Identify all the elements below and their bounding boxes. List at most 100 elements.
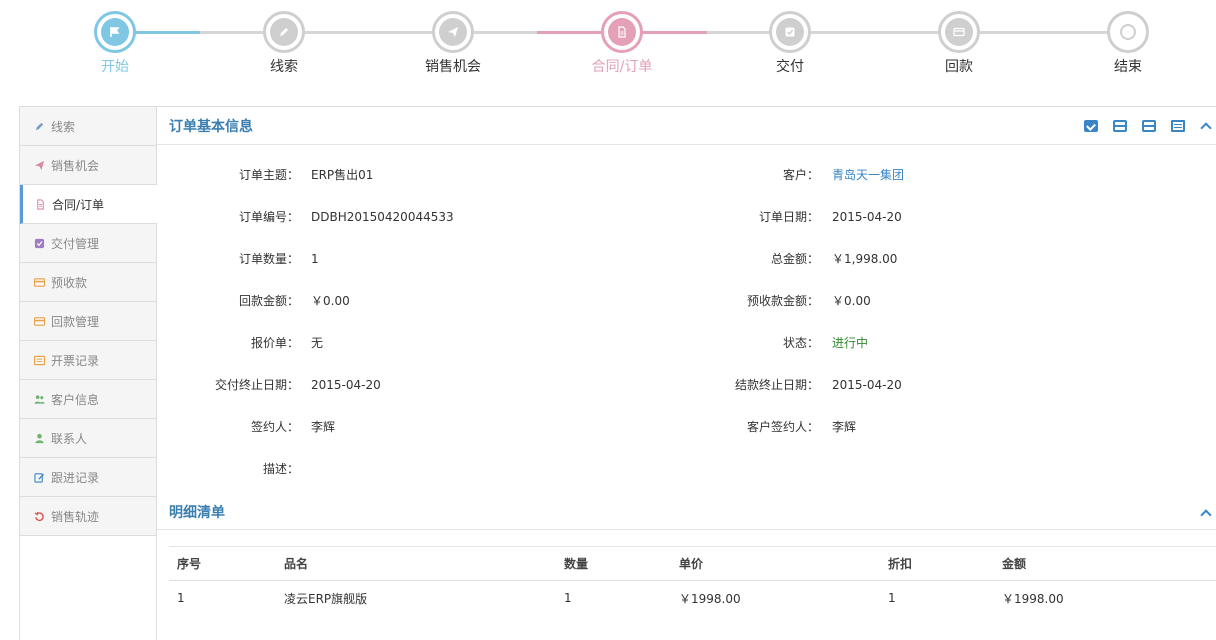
sidebar-item-prepayment[interactable]: 预收款 xyxy=(20,263,156,302)
field-value: DDBH20150420044533 xyxy=(311,210,454,224)
step-contract[interactable]: 合同/订单 xyxy=(572,11,672,76)
field-value: 李辉 xyxy=(832,420,857,434)
table-cell: 1 xyxy=(888,591,896,605)
step-leads[interactable]: 线索 xyxy=(234,11,334,76)
field-quote: 报价单： 无 xyxy=(157,333,657,353)
status-badge: 进行中 xyxy=(832,336,869,350)
sidebar-item-label: 线索 xyxy=(51,119,76,134)
table-row[interactable]: 1 凌云ERP旗舰版 1 ￥1998.00 1 ￥1998.00 xyxy=(169,581,1216,615)
field-prepayment-amount: 预收款金额： ￥0.00 xyxy=(657,291,1157,311)
details-table: 序号 品名 数量 单价 折扣 金额 1 凌云ERP旗舰版 1 ￥1998.00 … xyxy=(169,546,1216,615)
field-customer: 客户： 青岛天一集团 xyxy=(657,165,1157,185)
step-label: 开始 xyxy=(101,59,129,75)
table-cell: 凌云ERP旗舰版 xyxy=(284,591,368,606)
sidebar-item-contract[interactable]: 合同/订单 xyxy=(20,185,157,224)
chevron-up-icon[interactable] xyxy=(1200,509,1212,521)
table-header: 序号 品名 数量 单价 折扣 金额 xyxy=(169,547,1216,581)
field-value: ￥0.00 xyxy=(832,294,871,308)
section-title: 明细清单 xyxy=(169,505,225,521)
credit-card-icon xyxy=(945,18,973,46)
paper-plane-icon xyxy=(34,160,45,171)
sidebar-item-leads[interactable]: 线索 xyxy=(20,107,156,146)
users-icon xyxy=(34,394,45,405)
field-label: 订单编号： xyxy=(238,210,299,224)
step-label: 回款 xyxy=(945,59,973,75)
circle-icon xyxy=(1120,24,1136,40)
table-cell: ￥1998.00 xyxy=(679,591,741,606)
field-label: 状态： xyxy=(782,336,819,350)
step-label: 销售机会 xyxy=(425,59,481,75)
field-label: 客户签约人： xyxy=(746,420,819,434)
field-order-quantity: 订单数量： 1 xyxy=(157,249,657,269)
sidebar-item-contacts[interactable]: 联系人 xyxy=(20,419,156,458)
list-icon[interactable] xyxy=(1171,120,1185,132)
field-value: 2015-04-20 xyxy=(311,378,381,392)
sidebar-item-opportunity[interactable]: 销售机会 xyxy=(20,146,156,185)
sidebar-item-label: 销售轨迹 xyxy=(51,509,100,524)
check-square-icon xyxy=(34,238,45,249)
column-header: 单价 xyxy=(679,557,704,571)
sidebar-item-invoices[interactable]: 开票记录 xyxy=(20,341,156,380)
field-label: 客户： xyxy=(782,168,819,182)
step-payment[interactable]: 回款 xyxy=(909,11,1009,76)
sidebar-item-label: 交付管理 xyxy=(51,236,100,251)
progress-steps: 开始 线索 销售机会 合同/订单 交付 回款 结束 xyxy=(0,0,1216,100)
field-total-amount: 总金额： ￥1,998.00 xyxy=(657,249,1157,269)
step-opportunity[interactable]: 销售机会 xyxy=(403,11,503,76)
field-value: 1 xyxy=(311,252,319,266)
column-header: 数量 xyxy=(564,557,589,571)
credit-card-icon xyxy=(34,316,45,327)
pencil-icon xyxy=(34,121,45,132)
table-cell: 1 xyxy=(564,591,572,605)
panel-toolbar xyxy=(1069,120,1212,134)
user-icon xyxy=(34,433,45,444)
flag-icon xyxy=(101,18,129,46)
field-status: 状态： 进行中 xyxy=(657,333,1157,353)
step-delivery[interactable]: 交付 xyxy=(740,11,840,76)
details-header: 明细清单 xyxy=(157,495,1216,530)
field-value: 2015-04-20 xyxy=(832,210,902,224)
customer-link[interactable]: 青岛天一集团 xyxy=(832,165,904,185)
field-description: 描述： xyxy=(157,459,657,479)
column-header: 折扣 xyxy=(888,557,913,571)
field-order-date: 订单日期： 2015-04-20 xyxy=(657,207,1157,227)
sidebar-item-label: 开票记录 xyxy=(51,353,100,368)
field-value: 无 xyxy=(311,336,324,350)
step-label: 线索 xyxy=(270,59,298,75)
sidebar-item-delivery[interactable]: 交付管理 xyxy=(20,224,156,263)
table-cell: 1 xyxy=(177,591,185,605)
field-label: 描述： xyxy=(262,462,299,476)
field-label: 预收款金额： xyxy=(746,294,819,308)
field-value: 李辉 xyxy=(311,420,336,434)
sidebar-item-payment[interactable]: 回款管理 xyxy=(20,302,156,341)
field-order-subject: 订单主题： ERP售出01 xyxy=(157,165,657,185)
field-delivery-deadline: 交付终止日期： 2015-04-20 xyxy=(157,375,657,395)
column-header: 品名 xyxy=(284,557,309,571)
check-square-icon[interactable] xyxy=(1084,120,1098,132)
field-label: 订单主题： xyxy=(238,168,299,182)
sidebar-item-track[interactable]: 销售轨迹 xyxy=(20,497,156,536)
pencil-icon xyxy=(270,18,298,46)
step-end[interactable]: 结束 xyxy=(1078,11,1178,76)
sidebar-item-label: 合同/订单 xyxy=(52,197,105,212)
sidebar-item-followup[interactable]: 跟进记录 xyxy=(20,458,156,497)
chevron-up-icon[interactable] xyxy=(1200,120,1212,134)
list-icon xyxy=(34,355,45,366)
field-order-number: 订单编号： DDBH20150420044533 xyxy=(157,207,657,227)
credit-card-icon[interactable] xyxy=(1142,120,1156,132)
step-start[interactable]: 开始 xyxy=(65,11,165,76)
field-label: 总金额： xyxy=(770,252,819,266)
field-value: ERP售出01 xyxy=(311,168,374,182)
field-settlement-deadline: 结款终止日期： 2015-04-20 xyxy=(657,375,1157,395)
sidebar-item-customer[interactable]: 客户信息 xyxy=(20,380,156,419)
document-icon xyxy=(35,198,46,210)
edit-icon xyxy=(34,472,45,483)
field-label: 报价单： xyxy=(250,336,299,350)
sidebar-item-label: 跟进记录 xyxy=(51,470,100,485)
step-label: 交付 xyxy=(776,59,804,75)
field-label: 交付终止日期： xyxy=(214,378,299,392)
credit-card-icon[interactable] xyxy=(1113,120,1127,132)
sidebar-item-label: 客户信息 xyxy=(51,392,100,407)
field-label: 签约人： xyxy=(250,420,299,434)
step-label: 结束 xyxy=(1114,59,1142,75)
